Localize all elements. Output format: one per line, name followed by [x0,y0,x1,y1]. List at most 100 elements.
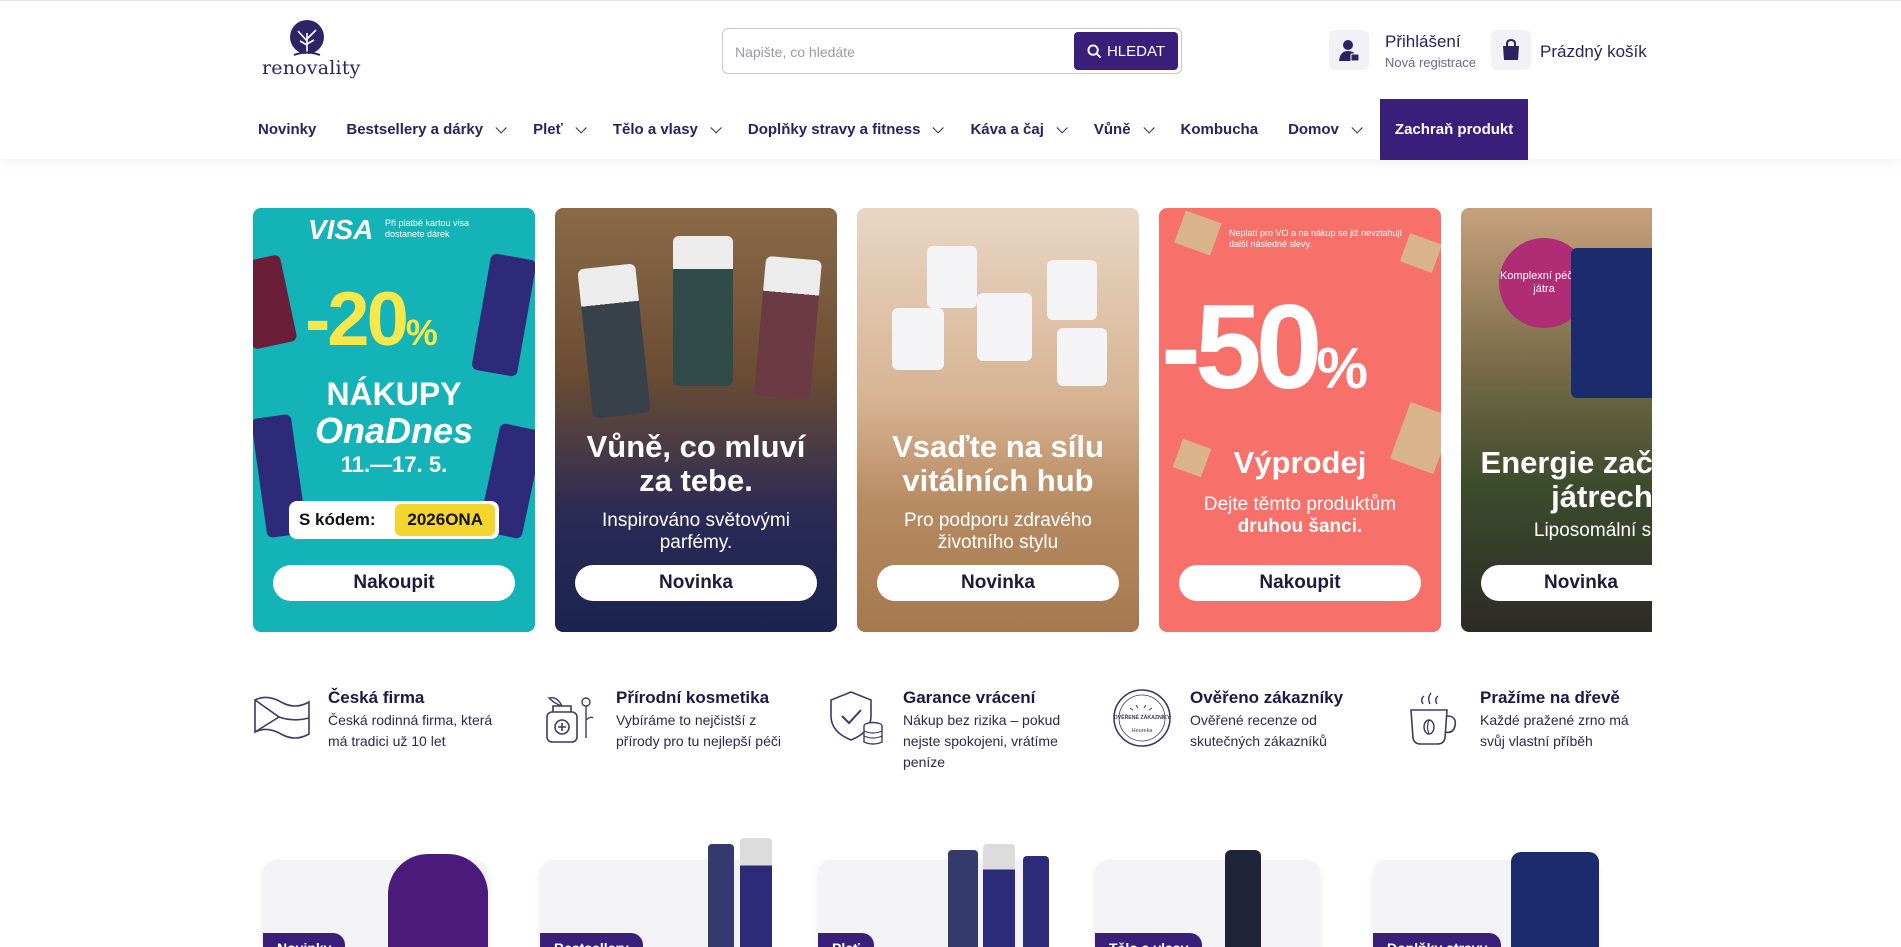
banner-subtitle: Inspirováno světovými parfémy. [602,510,790,553]
natural-cosmetics-icon [546,696,594,743]
nav-item-kombucha[interactable]: Kombucha [1175,99,1266,160]
nav-item-label: Novinky [258,121,317,138]
banner-button[interactable]: Nakoupit [273,565,515,601]
nav-item-label: Vůně [1093,121,1131,138]
banner-button[interactable]: Nakoupit [1179,565,1421,601]
discount-percent: % [1316,336,1368,401]
discount-number: -20 [305,277,409,362]
category-card-telo-a-vlasy[interactable]: Tělo a vlasy [1095,850,1320,947]
verified-badge-icon: OVĚŘENÉ ZÁKAZNÍKY Heureka [1113,689,1171,747]
cart-link[interactable]: Prázdný košík [1491,30,1651,74]
banner-button[interactable]: Novinka [877,565,1119,601]
nav-item-label: Domov [1288,121,1339,138]
promo-banner-mushrooms[interactable]: Vsaďte na sílu vitálních hub Pro podporu… [857,208,1139,632]
category-card-plet[interactable]: Pleť [818,844,1049,947]
banner-button[interactable]: Novinka [575,565,817,601]
account-link[interactable]: Přihlášení Nová registrace [1329,30,1479,74]
tree-icon [290,20,324,56]
feature-desc: Vybíráme to nejčistší z přírody pro tu n… [616,712,781,749]
nav-item-doplnky-stravy[interactable]: Doplňky stravy a fitness [742,99,948,160]
perfume-bottle-image [577,263,651,419]
feature-title: Přírodní kosmetika [616,688,770,707]
feature-title: Garance vrácení [903,688,1036,707]
brand-name: renovality [262,57,361,79]
nav-item-label: Doplňky stravy a fitness [747,121,921,138]
main-nav: Novinky Bestsellery a dárky Pleť Tělo a … [252,99,1529,160]
nav-item-label: Tělo a vlasy [612,121,698,138]
cart-label: Prázdný košík [1540,42,1647,61]
chevron-down-icon [1143,121,1155,134]
category-card-novinky[interactable]: Novinky [263,854,488,947]
nav-item-kava-a-caj[interactable]: Káva a čaj [964,99,1070,160]
category-card-label: Doplňky stravy [1373,933,1502,947]
login-label[interactable]: Přihlášení [1385,32,1461,52]
banner-title: Energie začíná v játrech [1480,445,1652,514]
promo-banner-sale[interactable]: Neplatí pro VO a na nákup se již nevztah… [1159,208,1441,632]
verified-badge-text: OVĚŘENÉ ZÁKAZNÍKY [1114,713,1171,721]
nav-item-domov[interactable]: Domov [1282,99,1366,160]
perfume-bottle-image [754,255,822,401]
search-button[interactable]: HLEDAT [1074,32,1178,70]
chevron-down-icon [495,121,507,134]
category-card-label: Pleť [818,933,874,947]
user-icon [1339,40,1360,62]
nav-item-label: Bestsellery a dárky [346,121,484,138]
category-card-bestsellery[interactable]: Bestsellery [540,838,772,947]
supplement-jar-image [927,246,977,308]
product-bottle-image [471,252,535,378]
chevron-down-icon [1351,121,1363,134]
nav-item-plet[interactable]: Pleť [527,99,590,160]
chevron-down-icon [932,121,945,134]
box-decoration [1174,210,1222,256]
brand-logo[interactable]: renovality [262,19,361,83]
nav-item-label: Pleť [533,121,563,138]
nav-item-vune[interactable]: Vůně [1088,99,1158,160]
account-icon-box [1329,30,1369,70]
nav-item-telo-a-vlasy[interactable]: Tělo a vlasy [607,99,725,160]
chevron-down-icon [575,121,587,134]
product-image [1225,850,1261,947]
search-button-label: HLEDAT [1106,42,1166,60]
product-image [708,844,734,947]
perfume-bottle-image [673,236,733,386]
banner-button[interactable]: Novinka [1481,565,1652,601]
supplement-jar-image [977,293,1032,361]
category-card-doplnky-stravy[interactable]: Doplňky stravy [1373,852,1599,947]
banner-heading: NÁKUPY [326,376,462,412]
supplement-jar-image [1057,328,1107,386]
promo-banner-visa[interactable]: VISA Při platbě kartou visa dostanete dá… [253,208,535,632]
nav-item-bestsellery[interactable]: Bestsellery a dárky [340,99,510,160]
feature-title: Pražíme na dřevě [1480,688,1620,707]
category-card-label: Bestsellery [540,933,643,947]
promo-banner-liver[interactable]: Komplexní péče o játra Energie začíná v … [1461,208,1652,632]
nav-item-novinky[interactable]: Novinky [252,99,323,160]
product-bottle-image [253,254,298,350]
promo-banner-perfumes[interactable]: Vůně, co mluví za tebe. Inspirováno svět… [555,208,837,632]
chevron-down-icon [710,121,722,134]
banner-title: Vůně, co mluví za tebe. [586,429,806,498]
product-image [740,838,772,947]
register-link[interactable]: Nová registrace [1385,55,1476,70]
visa-logo: VISA [308,214,374,245]
search-input[interactable] [735,41,1065,63]
supplement-jar-image [1571,248,1652,398]
product-image [1023,856,1049,947]
czech-flag-icon [254,696,310,739]
site-header: renovality HLEDAT Přihlášení Nová regist… [0,1,1901,160]
discount-number: -50 [1161,280,1322,414]
feature-title: Česká firma [328,688,425,707]
banner-subtitle: Liposomální síly [1533,520,1652,541]
nav-cta-zachran-produkt[interactable]: Zachraň produkt [1379,99,1529,160]
feature-desc: Každé pražené zrno má svůj vlastní příbě… [1480,712,1629,749]
feature-desc: Česká rodinná firma, která má tradici už… [328,712,493,749]
promo-code-value: 2026ONA [395,504,495,536]
cart-icon-box [1491,30,1531,70]
product-image [1511,852,1599,947]
banner-title: Vsaďte na sílu vitálních hub [892,429,1104,498]
nav-item-label: Káva a čaj [970,121,1044,138]
sale-note: Neplatí pro VO a na nákup se již nevztah… [1229,228,1403,249]
coffee-cup-icon [1410,692,1457,745]
visa-note: Při platbě kartou visa dostanete dárek [385,218,470,239]
verified-badge-brand: Heureka [1132,728,1154,734]
product-image [983,844,1015,947]
